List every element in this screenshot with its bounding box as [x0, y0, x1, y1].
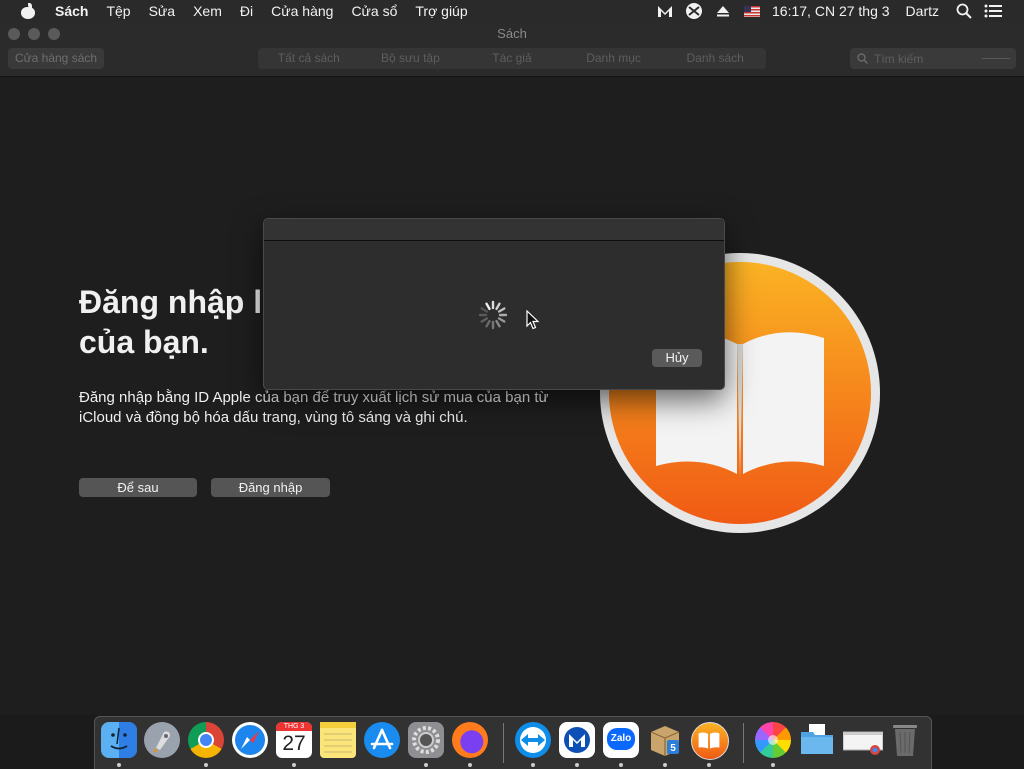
tab-categories[interactable]: Danh mục: [563, 48, 665, 69]
loading-spinner-icon: [478, 300, 508, 330]
menu-bar: Sách Tệp Sửa Xem Đi Cửa hàng Cửa sổ Trợ …: [0, 0, 1024, 22]
chrome-app-icon[interactable]: [842, 722, 884, 758]
signin-dialog: Hủy: [263, 218, 725, 390]
window-title: Sách: [497, 26, 527, 41]
notification-center-icon[interactable]: [984, 2, 1002, 20]
window-toolbar: Cửa hàng sách Tất cả sách Bộ sưu tập Tác…: [0, 46, 1024, 77]
menu-go[interactable]: Đi: [240, 3, 253, 19]
teamviewer-status-icon[interactable]: [685, 2, 703, 20]
launchpad-icon[interactable]: [144, 722, 180, 758]
tab-collections[interactable]: Bộ sưu tập: [360, 48, 462, 69]
malwarebytes-icon[interactable]: [559, 722, 595, 758]
dialog-header: [264, 219, 724, 241]
finder-running-dot: [117, 763, 121, 767]
library-tabs: Tất cả sách Bộ sưu tập Tác giả Danh mục …: [258, 48, 766, 69]
window-titlebar: Sách: [0, 22, 1024, 46]
firefox-icon[interactable]: [452, 722, 488, 758]
eject-icon[interactable]: [714, 2, 732, 20]
search-field[interactable]: Tìm kiếm: [850, 48, 1016, 69]
firefox-running-dot: [468, 763, 472, 767]
app-store-icon[interactable]: [364, 722, 400, 758]
signin-button[interactable]: Đăng nhập: [211, 478, 330, 497]
tab-all-books[interactable]: Tất cả sách: [258, 48, 360, 69]
zalo-running-dot: [619, 763, 623, 767]
downloads-folder-icon[interactable]: [799, 722, 835, 758]
menu-help[interactable]: Trợ giúp: [415, 3, 467, 19]
notes-icon[interactable]: [320, 722, 356, 758]
dock-separator-2: [743, 723, 744, 763]
dock: THG 3 27 Zalo 5: [94, 716, 932, 769]
user-name[interactable]: Dartz: [906, 3, 939, 19]
books-running-dot: [707, 763, 711, 767]
system-preferences-running-dot: [424, 763, 428, 767]
zalo-label: Zalo: [607, 728, 635, 750]
tab-authors[interactable]: Tác giả: [461, 48, 563, 69]
book-store-button[interactable]: Cửa hàng sách: [8, 48, 104, 69]
chrome-running-dot: [204, 763, 208, 767]
search-placeholder: Tìm kiếm: [874, 52, 924, 66]
calendar-icon[interactable]: THG 3 27: [276, 722, 312, 758]
photos-running-dot: [771, 763, 775, 767]
chrome-icon[interactable]: [188, 722, 224, 758]
menu-window[interactable]: Cửa sổ: [351, 3, 397, 19]
clock[interactable]: 16:17, CN 27 thg 3: [772, 3, 890, 19]
svg-text:5: 5: [670, 743, 676, 754]
teamviewer-running-dot: [531, 763, 535, 767]
menu-store[interactable]: Cửa hàng: [271, 3, 333, 19]
trash-icon[interactable]: [887, 722, 923, 758]
cancel-button[interactable]: Hủy: [652, 349, 702, 367]
malwarebytes-status-icon[interactable]: [656, 2, 674, 20]
books-icon[interactable]: [691, 722, 729, 760]
mouse-cursor-icon: [526, 310, 540, 330]
menu-books[interactable]: Sách: [55, 3, 88, 19]
zalo-icon[interactable]: Zalo: [603, 722, 639, 758]
photos-icon[interactable]: [755, 722, 791, 758]
teamviewer-icon[interactable]: [515, 722, 551, 758]
menu-file[interactable]: Tệp: [106, 3, 130, 19]
calendar-running-dot: [292, 763, 296, 767]
system-preferences-icon[interactable]: [408, 722, 444, 758]
main-content: Đăng nhập l của bạn. Đăng nhập bằng ID A…: [0, 77, 1024, 715]
calendar-month: THG 3: [276, 722, 312, 731]
signin-description: Đăng nhập bằng ID Apple của bạn để truy …: [79, 389, 549, 426]
spotlight-search-icon[interactable]: [955, 2, 973, 20]
us-flag-input-icon[interactable]: [743, 2, 761, 20]
menu-edit[interactable]: Sửa: [149, 3, 176, 19]
finder-icon[interactable]: [101, 722, 137, 758]
search-icon: [857, 53, 868, 64]
safari-icon[interactable]: [232, 722, 268, 758]
apple-menu-icon[interactable]: [21, 3, 35, 19]
tab-lists[interactable]: Danh sách: [664, 48, 766, 69]
menu-view[interactable]: Xem: [193, 3, 222, 19]
installer-running-dot: [663, 763, 667, 767]
search-divider: [982, 58, 1010, 59]
package-installer-icon[interactable]: 5: [647, 722, 683, 758]
dock-separator-1: [503, 723, 504, 763]
malwarebytes-running-dot: [575, 763, 579, 767]
calendar-day: 27: [282, 732, 306, 755]
later-button[interactable]: Để sau: [79, 478, 197, 497]
